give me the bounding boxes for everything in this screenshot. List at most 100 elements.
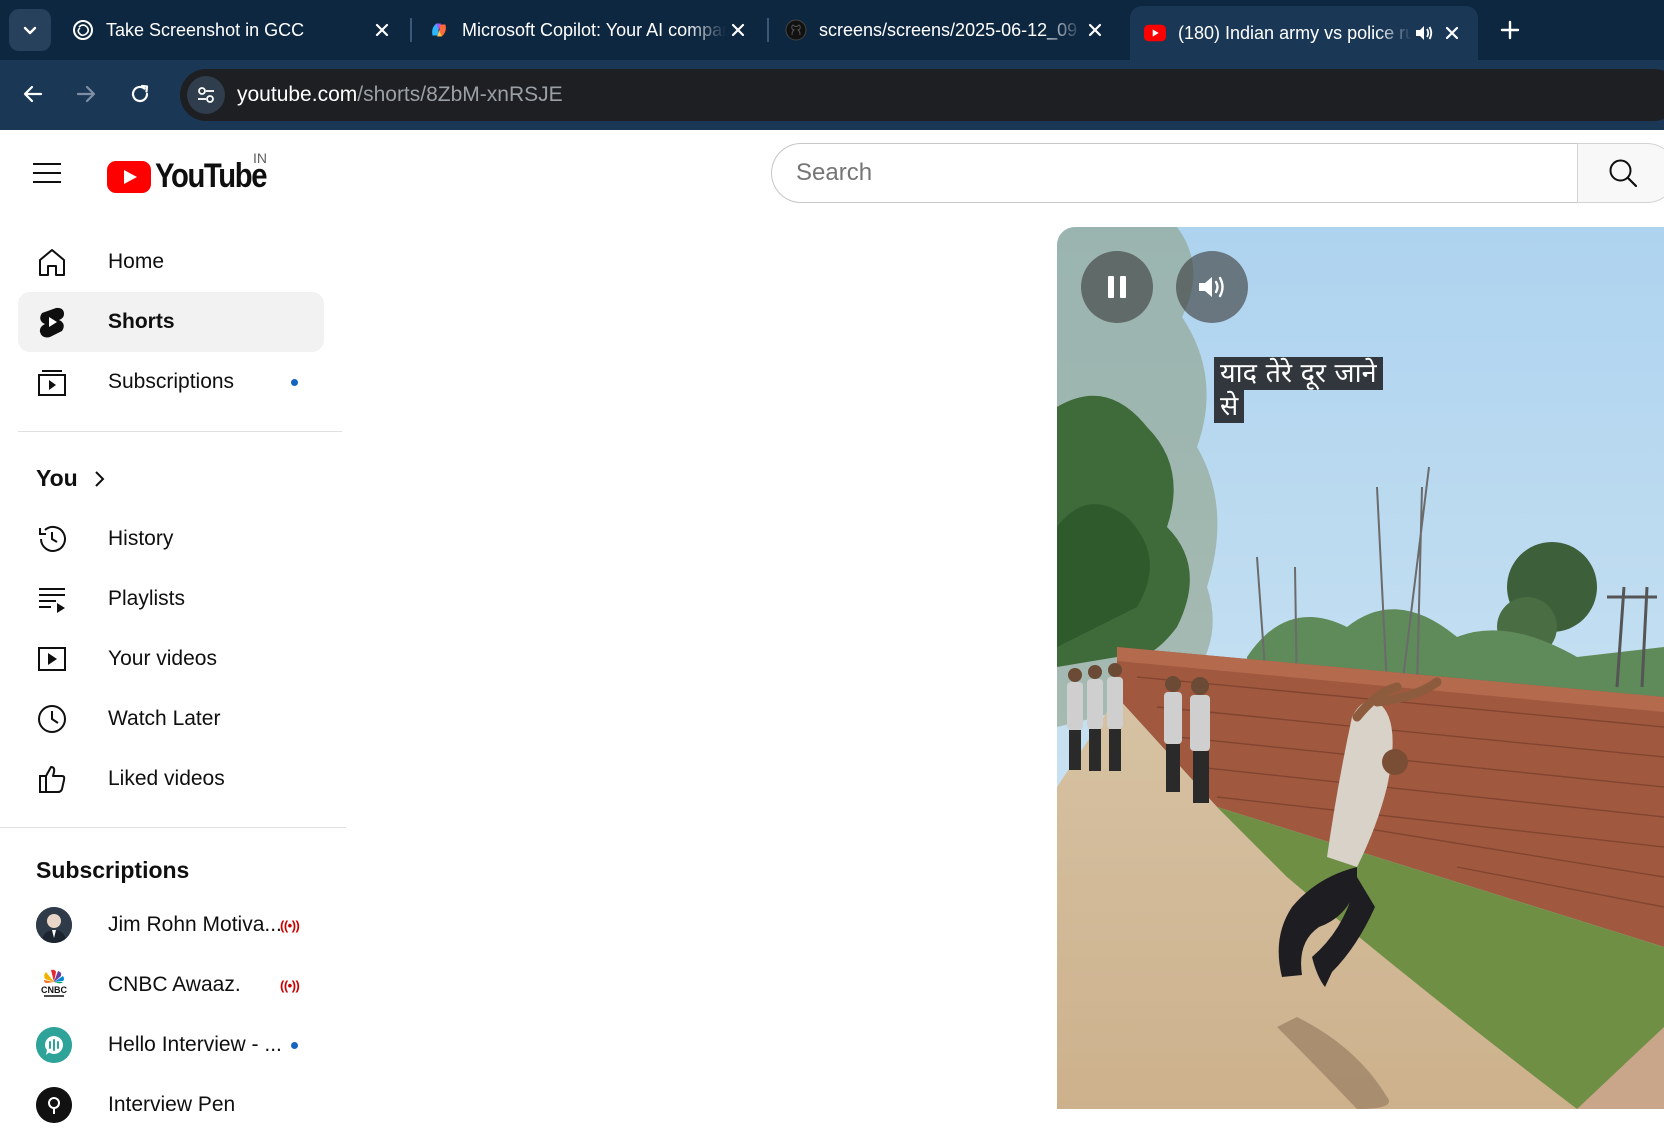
browser-tab[interactable]: Take Screenshot in GCC bbox=[58, 6, 408, 54]
sidebar-item-your-videos[interactable]: Your videos bbox=[18, 629, 324, 689]
channel-name: CNBC Awaaz. bbox=[108, 973, 241, 996]
shorts-icon bbox=[36, 306, 68, 338]
browser-toolbar: youtube.com/shorts/8ZbM-xnRSJE bbox=[0, 60, 1664, 130]
live-indicator-icon: ((•)) bbox=[280, 917, 300, 933]
video-caption: याद तेरे दूर जाने से bbox=[1214, 357, 1383, 423]
caption-line-2: से bbox=[1214, 390, 1245, 423]
tab-search-button[interactable] bbox=[9, 9, 51, 51]
subscriptions-icon bbox=[36, 366, 68, 398]
tune-icon bbox=[198, 87, 214, 103]
home-icon bbox=[36, 246, 68, 278]
pause-icon bbox=[1108, 276, 1126, 298]
tab-title: Microsoft Copilot: Your AI companion bbox=[462, 19, 726, 40]
sidebar-item-label: Playlists bbox=[108, 587, 186, 610]
playlists-icon bbox=[36, 583, 68, 615]
chevron-down-icon bbox=[23, 26, 37, 35]
browser-tab-active[interactable]: (180) Indian army vs police running bbox=[1130, 6, 1478, 60]
sidebar-item-label: Home bbox=[108, 250, 165, 273]
new-content-dot bbox=[291, 1041, 298, 1049]
arrow-right-icon bbox=[76, 85, 96, 103]
guide-sidebar: Home Shorts Subscriptions You History Pl… bbox=[0, 215, 346, 1123]
browser-tab-strip: Take Screenshot in GCC Microsoft Copilot… bbox=[0, 0, 1664, 60]
volume-icon bbox=[1199, 276, 1224, 298]
shorts-video-player[interactable]: याद तेरे दूर जाने से bbox=[1057, 227, 1664, 1109]
channel-avatar bbox=[36, 1087, 72, 1123]
sidebar-item-shorts[interactable]: Shorts bbox=[18, 292, 324, 352]
country-code: IN bbox=[253, 150, 267, 166]
openai-icon bbox=[72, 19, 94, 41]
search-button[interactable] bbox=[1577, 143, 1664, 203]
address-bar[interactable]: youtube.com/shorts/8ZbM-xnRSJE bbox=[180, 69, 1664, 121]
sidebar-item-playlists[interactable]: Playlists bbox=[18, 569, 324, 629]
subscription-channel[interactable]: Jim Rohn Motiva... ((•)) bbox=[18, 895, 324, 955]
subscription-channel[interactable]: CNBC CNBC Awaaz. ((•)) bbox=[18, 955, 324, 1015]
avatar-text: CNBC bbox=[41, 985, 67, 995]
url-path: /shorts/8ZbM-xnRSJE bbox=[357, 83, 563, 106]
search-icon bbox=[1609, 159, 1638, 188]
live-indicator-icon: ((•)) bbox=[280, 977, 300, 993]
tab-title: (180) Indian army vs police running bbox=[1178, 22, 1412, 43]
tab-audio-icon[interactable] bbox=[1412, 21, 1436, 45]
site-info-button[interactable] bbox=[187, 76, 225, 114]
reload-button[interactable] bbox=[122, 76, 158, 112]
chevron-right-icon bbox=[95, 470, 105, 487]
browser-tab[interactable]: screens/screens/2025-06-12_09 bbox=[771, 6, 1121, 54]
caption-line-1: याद तेरे दूर जाने bbox=[1214, 357, 1383, 390]
new-tab-button[interactable] bbox=[1494, 14, 1526, 46]
close-tab-icon[interactable] bbox=[726, 18, 750, 42]
your-videos-icon bbox=[36, 643, 68, 675]
subscription-channel[interactable]: Hello Interview - ... bbox=[18, 1015, 324, 1075]
watch-later-icon bbox=[36, 703, 68, 735]
like-icon bbox=[36, 763, 68, 795]
close-tab-icon[interactable] bbox=[370, 18, 394, 42]
sidebar-divider bbox=[0, 827, 346, 828]
sidebar-item-subscriptions[interactable]: Subscriptions bbox=[18, 352, 324, 412]
back-button[interactable] bbox=[15, 76, 51, 112]
close-tab-icon[interactable] bbox=[1083, 18, 1107, 42]
channel-name: Hello Interview - ... bbox=[108, 1033, 282, 1056]
hamburger-icon bbox=[33, 163, 61, 183]
channel-name: Jim Rohn Motiva... bbox=[108, 913, 282, 936]
subscriptions-section-heading: Subscriptions bbox=[36, 857, 189, 884]
history-icon bbox=[36, 523, 68, 555]
pause-button[interactable] bbox=[1081, 251, 1153, 323]
url-text: youtube.com/shorts/8ZbM-xnRSJE bbox=[237, 83, 563, 107]
search-input[interactable] bbox=[796, 159, 1556, 187]
sidebar-item-liked-videos[interactable]: Liked videos bbox=[18, 749, 324, 809]
subscriptions-heading-label: Subscriptions bbox=[36, 857, 190, 883]
youtube-header: YouTube IN bbox=[0, 131, 1664, 215]
channel-avatar bbox=[36, 907, 72, 943]
guide-menu-button[interactable] bbox=[32, 154, 62, 192]
forward-button[interactable] bbox=[68, 76, 104, 112]
subscription-channel[interactable]: Interview Pen bbox=[18, 1075, 324, 1135]
sidebar-item-label: Watch Later bbox=[108, 707, 221, 730]
new-content-dot bbox=[291, 378, 298, 386]
logo-text: YouTube bbox=[155, 157, 267, 195]
search-box[interactable] bbox=[771, 143, 1577, 203]
sidebar-item-label: Liked videos bbox=[108, 767, 225, 790]
close-tab-icon[interactable] bbox=[1440, 21, 1464, 45]
youtube-icon bbox=[1144, 22, 1166, 44]
arrow-left-icon bbox=[23, 85, 43, 103]
sidebar-item-history[interactable]: History bbox=[18, 509, 324, 569]
reload-icon bbox=[131, 84, 149, 103]
sidebar-item-watch-later[interactable]: Watch Later bbox=[18, 689, 324, 749]
channel-name: Interview Pen bbox=[108, 1093, 236, 1116]
volume-button[interactable] bbox=[1176, 251, 1248, 323]
tab-separator bbox=[767, 18, 769, 42]
browser-tab[interactable]: Microsoft Copilot: Your AI companion bbox=[414, 6, 764, 54]
plus-icon bbox=[1500, 20, 1520, 40]
sidebar-item-label: Your videos bbox=[108, 647, 217, 670]
tab-title: screens/screens/2025-06-12_09 bbox=[819, 19, 1078, 40]
channel-avatar bbox=[36, 1027, 72, 1063]
sidebar-item-label: History bbox=[108, 527, 174, 550]
sidebar-divider bbox=[18, 431, 342, 432]
you-section-heading[interactable]: You bbox=[36, 465, 106, 492]
copilot-icon bbox=[428, 19, 450, 41]
you-heading-label: You bbox=[36, 465, 78, 491]
tab-title: Take Screenshot in GCC bbox=[106, 19, 305, 40]
github-icon bbox=[785, 19, 807, 41]
sidebar-item-home[interactable]: Home bbox=[18, 232, 324, 292]
sidebar-item-label: Shorts bbox=[108, 310, 175, 333]
youtube-play-icon bbox=[107, 160, 151, 193]
